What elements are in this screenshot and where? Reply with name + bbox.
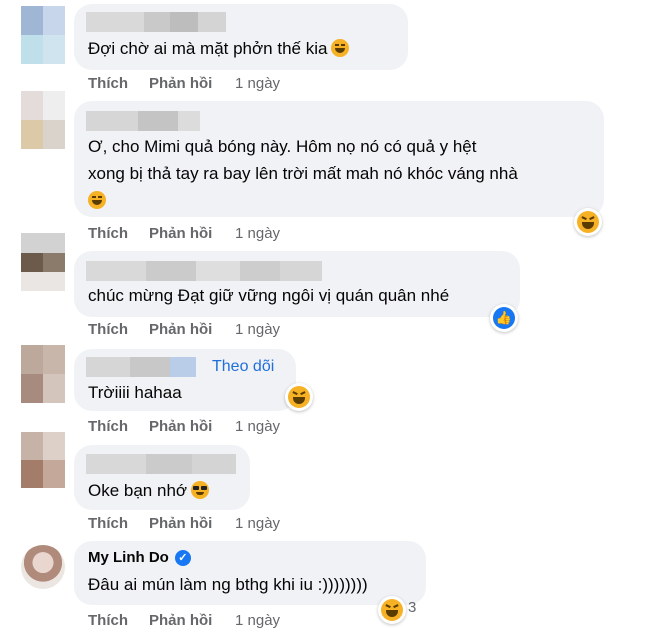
- like-link[interactable]: Thích: [88, 515, 149, 532]
- follow-button[interactable]: Theo dõi: [212, 358, 274, 376]
- reply-link[interactable]: Phản hồi: [149, 612, 235, 629]
- comment-text-emoji: [84, 186, 106, 216]
- comment-text: chúc mừng Đạt giữ vững ngôi vị quán quân…: [88, 286, 450, 305]
- verified-badge-icon: ✓: [174, 549, 191, 566]
- author-name[interactable]: My Linh Do ✓: [88, 549, 191, 566]
- like-link[interactable]: Thích: [88, 75, 149, 92]
- comment-bubble: Đợi chờ ai mà mặt phởn thế kia: [74, 4, 408, 70]
- comment-text: Đợi chờ ai mà mặt phởn thế kia: [88, 34, 350, 64]
- haha-emoji-icon: [331, 39, 350, 57]
- reply-link[interactable]: Phản hồi: [149, 225, 235, 242]
- comment-actions: Thích Phản hồi 1 ngày: [88, 225, 280, 242]
- avatar[interactable]: [21, 345, 65, 403]
- blurred-author-name: [86, 111, 200, 131]
- comment-actions: Thích Phản hồi 1 ngày: [88, 515, 280, 532]
- timestamp[interactable]: 1 ngày: [235, 418, 280, 435]
- comment-actions: Thích Phản hồi 1 ngày: [88, 418, 280, 435]
- haha-reaction-icon[interactable]: [378, 596, 406, 624]
- timestamp[interactable]: 1 ngày: [235, 612, 280, 629]
- comment-text-line-1: Ơ, cho Mimi quả bóng này. Hôm nọ nó có q…: [88, 137, 477, 156]
- comment-bubble: chúc mừng Đạt giữ vững ngôi vị quán quân…: [74, 251, 520, 317]
- haha-reaction-icon[interactable]: [574, 208, 602, 236]
- like-link[interactable]: Thích: [88, 321, 149, 338]
- comment-text: Trờiiii hahaa: [88, 383, 182, 402]
- reply-link[interactable]: Phản hồi: [149, 515, 235, 532]
- reply-link[interactable]: Phản hồi: [149, 418, 235, 435]
- avatar[interactable]: [21, 545, 65, 589]
- comment-bubble: Ơ, cho Mimi quả bóng này. Hôm nọ nó có q…: [74, 101, 604, 217]
- comment-actions: Thích Phản hồi 1 ngày: [88, 75, 280, 92]
- comment-actions: Thích Phản hồi 1 ngày: [88, 321, 280, 338]
- reply-link[interactable]: Phản hồi: [149, 321, 235, 338]
- comment-bubble: Theo dõi Trờiiii hahaa: [74, 349, 296, 411]
- blurred-author-name: [86, 357, 196, 377]
- timestamp[interactable]: 1 ngày: [235, 515, 280, 532]
- comment-text-line-2: xong bị thả tay ra bay lên trời mất mah …: [88, 164, 518, 183]
- sunglasses-emoji-icon: [191, 481, 210, 499]
- like-reaction-icon[interactable]: 👍: [490, 304, 518, 332]
- avatar[interactable]: [21, 233, 65, 291]
- like-link[interactable]: Thích: [88, 612, 149, 629]
- haha-emoji-icon: [88, 191, 106, 209]
- blurred-author-name: [86, 454, 236, 474]
- avatar[interactable]: [21, 91, 65, 149]
- like-link[interactable]: Thích: [88, 225, 149, 242]
- like-link[interactable]: Thích: [88, 418, 149, 435]
- comment-text: Oke bạn nhớ: [88, 476, 210, 506]
- comment-actions: Thích Phản hồi 1 ngày: [88, 612, 280, 629]
- timestamp[interactable]: 1 ngày: [235, 321, 280, 338]
- avatar[interactable]: [21, 6, 65, 64]
- comment-text: Đâu ai mún làm ng bthg khi iu :)))))))): [88, 575, 368, 594]
- timestamp[interactable]: 1 ngày: [235, 225, 280, 242]
- reply-link[interactable]: Phản hồi: [149, 75, 235, 92]
- reaction-count[interactable]: 3: [408, 599, 416, 616]
- blurred-author-name: [86, 12, 226, 32]
- comment-bubble: My Linh Do ✓ Đâu ai mún làm ng bthg khi …: [74, 541, 426, 605]
- timestamp[interactable]: 1 ngày: [235, 75, 280, 92]
- comment-bubble: Oke bạn nhớ: [74, 445, 250, 510]
- blurred-author-name: [86, 261, 322, 281]
- avatar[interactable]: [21, 432, 65, 488]
- haha-reaction-icon[interactable]: [285, 383, 313, 411]
